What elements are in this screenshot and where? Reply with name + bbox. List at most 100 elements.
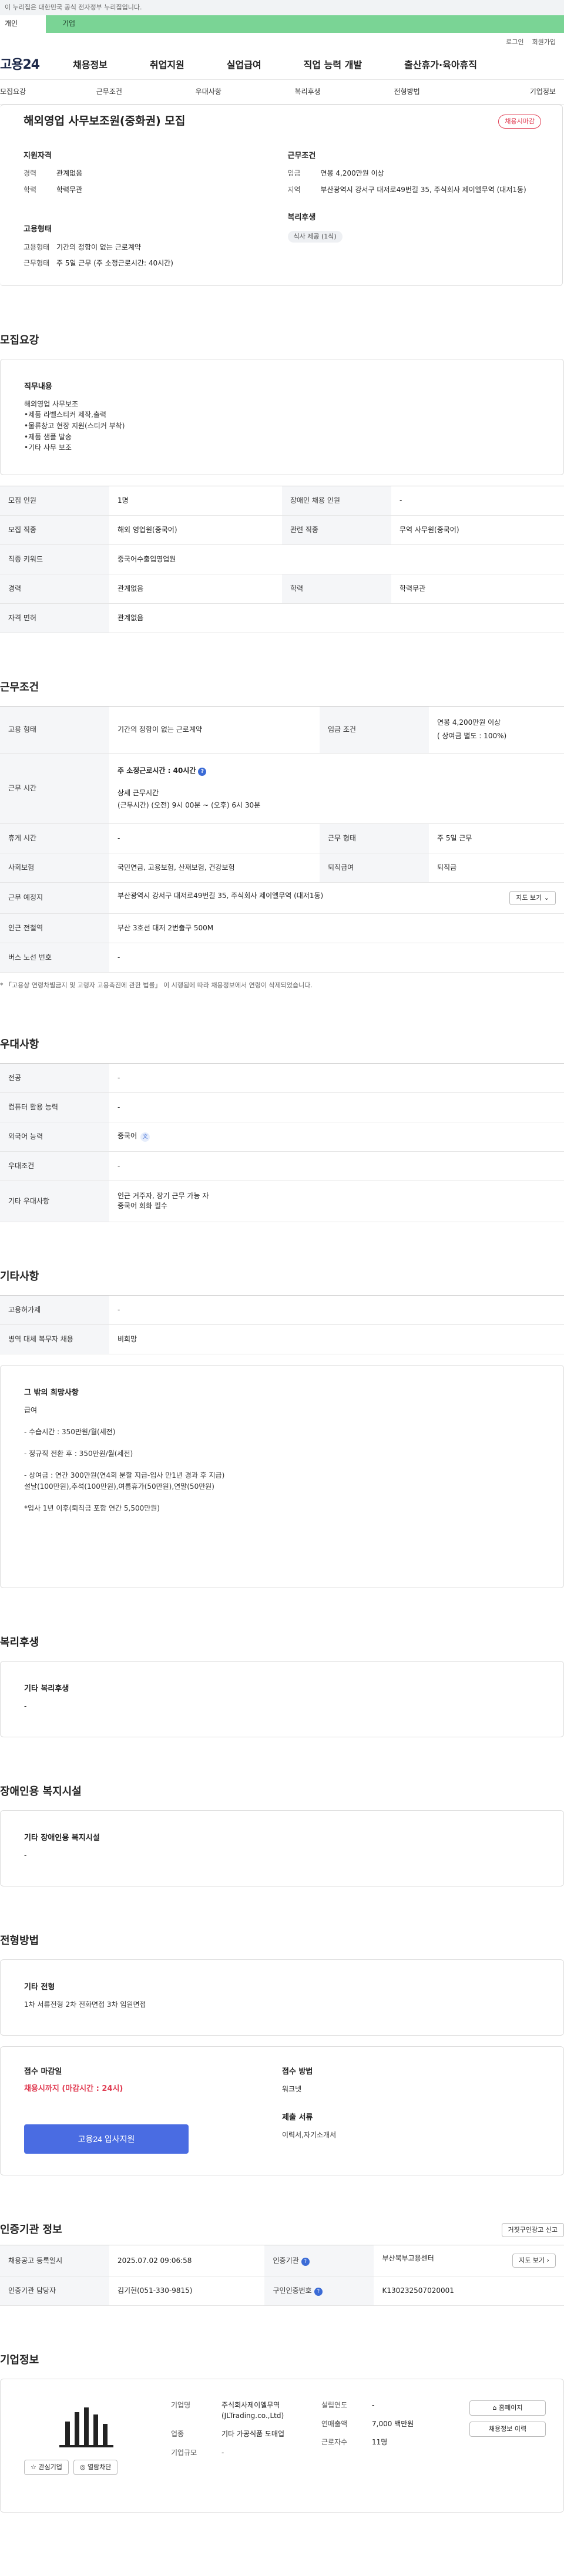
cell-value: - — [391, 486, 564, 516]
recruit-table: 모집 인원 1명 장애인 채용 인원 - 모집 직종 해외 영업원(중국어) 관련 직종 무… — [0, 485, 564, 633]
tab-person[interactable]: 개인 — [0, 15, 46, 33]
cell-value: - — [109, 1151, 564, 1181]
cell-value: 김기현(051-330-9815) — [109, 2276, 265, 2306]
cell-header: 인근 전철역 — [0, 913, 109, 943]
cell-value: 퇴직금 — [429, 853, 564, 883]
table-row: 휴게 시간 - 근무 형태 주 5일 근무 — [0, 823, 564, 853]
work-value: 주 5일 근무 (주 소정근로시간: 40시간) — [56, 259, 173, 268]
gnb-item-leave[interactable]: 출산휴가·육아휴직 — [404, 58, 477, 72]
cell-header: 직종 키워드 — [0, 544, 109, 574]
cell-value: 관계없음 — [109, 574, 282, 604]
job-title: 해외영업 사무보조원(중화권) 모집 — [24, 115, 186, 127]
job-history-button[interactable]: 채용정보 이력 — [469, 2422, 546, 2437]
anchor-work[interactable]: 근무조건 — [59, 87, 159, 97]
emp-label: 고용형태 — [24, 243, 50, 252]
info-icon[interactable]: ? — [301, 2257, 310, 2266]
anchor-pref[interactable]: 우대사항 — [159, 87, 258, 97]
cell-header: 채용공고 등록일시 — [0, 2245, 109, 2277]
welfare-box: 기타 복리후생 - — [0, 1661, 564, 1738]
global-nav: 고용24 채용정보 취업지원 실업급여 직업 능력 개발 출산휴가·육아휴직 — [0, 51, 564, 80]
corp-sales-value: 7,000 백만원 — [372, 2419, 414, 2428]
cell-value: K130232507020001 — [374, 2276, 564, 2306]
cell-header: 모집 인원 — [0, 486, 109, 516]
apply-button[interactable]: 고용24 입사지원 — [24, 2124, 189, 2154]
cell-value: 1명 — [109, 486, 282, 516]
pay-value: 연봉 4,200만원 이상 — [320, 169, 384, 178]
gnb-item-training[interactable]: 직업 능력 개발 — [304, 58, 362, 72]
table-row: 병역 대체 복무자 채용 비희망 — [0, 1324, 564, 1355]
welfare-label: 기타 복리후생 — [24, 1684, 69, 1694]
cell-header: 근무 예정지 — [0, 882, 109, 914]
info-icon[interactable]: ? — [198, 768, 207, 776]
agency-map-button[interactable]: 지도 보기 › — [512, 2254, 556, 2268]
cell-header: 외국어 능력 — [0, 1122, 109, 1152]
signup-link[interactable]: 회원가입 — [532, 38, 556, 51]
deadline-label: 접수 마감일 — [24, 2067, 62, 2077]
docs-label: 제출 서류 — [282, 2113, 313, 2122]
block-view-button[interactable]: ◎ 열람차단 — [73, 2460, 118, 2476]
etc-table: 고용허가제 - 병역 대체 복무자 채용 비희망 — [0, 1295, 564, 1355]
site-logo[interactable]: 고용24 — [0, 56, 73, 75]
report-fake-ad-button[interactable]: 거짓구인광고 신고 — [501, 2223, 564, 2238]
gov-notice: 이 누리집은 대한민국 공식 전자정부 누리집입니다. — [0, 0, 564, 15]
agency-num-label: 구인인증번호 — [273, 2286, 312, 2295]
map-view-button[interactable]: 지도 보기 ⌄ — [509, 890, 556, 905]
disabled-value: - — [24, 1851, 27, 1860]
loc-label: 지역 — [287, 185, 301, 194]
corp-size-value: - — [221, 2448, 224, 2457]
emp-value: 기간의 정함이 없는 근로계약 — [56, 243, 141, 252]
table-row: 인근 전철역 부산 3호선 대저 2번출구 500M — [0, 913, 564, 943]
login-link[interactable]: 로그인 — [506, 38, 523, 51]
cell-value: 학력무관 — [391, 574, 564, 604]
anchor-recruit[interactable]: 모집요강 — [0, 87, 59, 97]
agency-table: 채용공고 등록일시 2025.07.02 09:06:58 인증기관? 부산북부고용센… — [0, 2245, 564, 2306]
anchor-welfare[interactable]: 복리후생 — [258, 87, 357, 97]
pref-section-title: 우대사항 — [0, 1038, 39, 1051]
corp-emp-label: 근로자수 — [321, 2438, 348, 2447]
pay-value-1: 연봉 4,200만원 이상 — [437, 718, 501, 727]
job-summary-card: 해외영업 사무보조원(중화권) 모집 채용시마감 지원자격 경력 관계없음 학력 학… — [0, 105, 563, 286]
welfare-chip: 식사 제공 (1식) — [287, 231, 343, 243]
agency-org-value: 부산북부고용센터 — [382, 2254, 434, 2263]
translate-icon[interactable]: 文 — [140, 1132, 150, 1142]
favorite-company-button[interactable]: ☆ 관심기업 — [24, 2460, 69, 2476]
hope-text: 급여 - 수습시간 : 350만원/월(세전) - 정규직 전환 후 : 350… — [24, 1405, 225, 1513]
user-type-tabs: 개인 기업 — [0, 15, 564, 33]
cell-header: 자격 면허 — [0, 603, 109, 633]
corp-year-value: - — [372, 2401, 375, 2410]
cell-header: 컴퓨터 활용 능력 — [0, 1092, 109, 1122]
cell-value: 인근 거주자, 장기 근무 가능 자 중국어 회화 필수 — [109, 1181, 564, 1222]
table-row: 근무 예정지 부산광역시 강서구 대저로49번길 35, 주식회사 제이엘무역 (… — [0, 882, 564, 914]
table-row: 채용공고 등록일시 2025.07.02 09:06:58 인증기관? 부산북부고용센… — [0, 2245, 564, 2277]
anchor-company[interactable]: 기업정보 — [456, 87, 564, 97]
cell-value: 중국어수출입영업원 — [109, 544, 564, 574]
table-row: 모집 인원 1명 장애인 채용 인원 - — [0, 486, 564, 516]
cell-value: 부산광역시 강서구 대저로49번길 35, 주식회사 제이엘무역 (대저1동) 지… — [109, 882, 564, 914]
place-value: 부산광역시 강서구 대저로49번길 35, 주식회사 제이엘무역 (대저1동) — [118, 891, 324, 900]
cell-header: 병역 대체 복무자 채용 — [0, 1324, 109, 1355]
homepage-button[interactable]: ⌂ 홈페이지 — [469, 2400, 546, 2416]
gnb-item-employment-support[interactable]: 취업지원 — [150, 58, 184, 72]
anchor-process[interactable]: 전형방법 — [357, 87, 456, 97]
info-icon[interactable]: ? — [314, 2288, 323, 2296]
loc-value: 부산광역시 강서구 대저로49번길 35, 주식회사 제이엘무역 (대저1동) — [320, 185, 526, 194]
cell-header: 경력 — [0, 574, 109, 604]
cell-header: 장애인 채용 인원 — [282, 486, 391, 516]
company-section-title: 기업정보 — [0, 2354, 39, 2367]
table-row: 우대조건 - — [0, 1151, 564, 1181]
cell-header: 근무 형태 — [320, 823, 429, 853]
recruit-section-title: 모집요강 — [0, 334, 39, 347]
tab-company[interactable]: 기업 — [46, 15, 564, 33]
gnb-item-jobs[interactable]: 채용정보 — [73, 58, 108, 72]
table-row: 고용 형태 기간의 정함이 없는 근로계약 임금 조건 연봉 4,200만원 이상 ( … — [0, 706, 564, 754]
cell-value: 중국어 文 — [109, 1122, 564, 1152]
cell-value: 무역 사무원(중국어) — [391, 515, 564, 545]
welfare-value: - — [24, 1701, 27, 1710]
table-row: 버스 노선 번호 - — [0, 943, 564, 973]
gnb-item-unemployment[interactable]: 실업급여 — [227, 58, 261, 72]
work-hours-main: 주 소정근로시간 : 40시간 — [118, 766, 196, 775]
table-row: 직종 키워드 중국어수출입영업원 — [0, 544, 564, 574]
table-row: 모집 직종 해외 영업원(중국어) 관련 직종 무역 사무원(중국어) — [0, 515, 564, 545]
cell-header: 임금 조건 — [320, 706, 429, 754]
cell-value: - — [109, 943, 564, 973]
